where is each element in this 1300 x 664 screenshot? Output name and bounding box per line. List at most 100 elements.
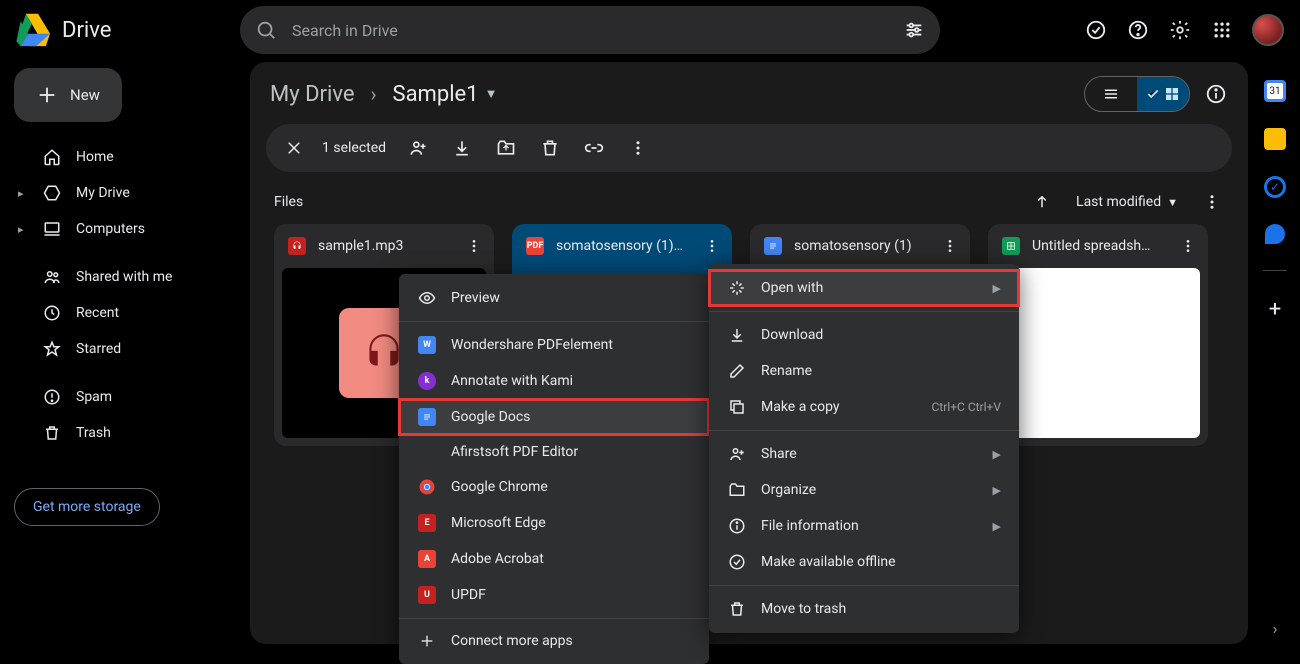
search-input[interactable] <box>292 21 888 40</box>
shortcut-label: Ctrl+C Ctrl+V <box>932 400 1002 414</box>
menu-connect-apps[interactable]: Connect more apps <box>399 624 709 658</box>
contacts-addon-icon[interactable] <box>1265 224 1285 244</box>
menu-open-with[interactable]: Open with▶ <box>709 270 1019 306</box>
app-icon: A <box>418 550 436 568</box>
separator <box>399 321 709 322</box>
sidebar-item-spam[interactable]: Spam <box>14 380 224 414</box>
open-with-icon <box>727 279 747 297</box>
audio-file-icon <box>288 237 306 255</box>
menu-preview[interactable]: Preview <box>399 280 709 316</box>
keep-addon-icon[interactable] <box>1264 128 1286 150</box>
sidebar-item-home[interactable]: Home <box>14 140 224 174</box>
sort-menu[interactable]: Last modified ▼ <box>1076 194 1178 210</box>
account-avatar[interactable] <box>1252 14 1284 46</box>
list-view-button[interactable] <box>1085 77 1137 111</box>
apps-grid-icon[interactable] <box>1210 18 1234 42</box>
help-icon[interactable] <box>1126 18 1150 42</box>
file-more-icon[interactable] <box>940 236 960 256</box>
menu-app-acrobat[interactable]: AAdobe Acrobat <box>399 541 709 577</box>
separator <box>709 430 1019 431</box>
file-more-icon[interactable] <box>702 236 722 256</box>
menu-offline[interactable]: Make available offline <box>709 544 1019 580</box>
file-name: somatosensory (1)… <box>556 238 690 254</box>
separator <box>399 618 709 619</box>
submenu-arrow-icon: ▶ <box>993 448 1001 461</box>
tasks-addon-icon[interactable] <box>1264 176 1286 198</box>
get-link-icon[interactable] <box>582 136 606 160</box>
download-icon <box>727 326 747 344</box>
menu-app-edge[interactable]: EMicrosoft Edge <box>399 505 709 541</box>
recent-icon <box>42 303 62 323</box>
sidebar-item-starred[interactable]: Starred <box>14 332 224 366</box>
file-card[interactable]: Untitled spreadsh… <box>988 224 1208 446</box>
menu-move-to-trash[interactable]: Move to trash <box>709 591 1019 627</box>
menu-share[interactable]: Share▶ <box>709 436 1019 472</box>
offline-icon <box>727 553 747 571</box>
home-icon <box>42 147 62 167</box>
delete-icon[interactable] <box>538 136 562 160</box>
file-name: sample1.mp3 <box>318 238 452 254</box>
computers-icon <box>42 219 62 239</box>
share-person-icon[interactable] <box>406 136 430 160</box>
breadcrumb-root[interactable]: My Drive <box>270 82 355 107</box>
menu-rename[interactable]: Rename <box>709 353 1019 389</box>
file-thumbnail <box>996 268 1200 438</box>
details-pane-icon[interactable] <box>1204 82 1228 106</box>
more-sort-icon[interactable] <box>1200 190 1224 214</box>
info-icon <box>727 517 747 535</box>
share-icon <box>727 445 747 463</box>
trash-icon <box>727 600 747 618</box>
caret-down-icon: ▼ <box>485 86 498 102</box>
menu-make-copy[interactable]: Make a copyCtrl+C Ctrl+V <box>709 389 1019 425</box>
search-bar[interactable] <box>240 6 940 54</box>
menu-app-wondershare[interactable]: WWondershare PDFelement <box>399 327 709 363</box>
sidebar-item-recent[interactable]: Recent <box>14 296 224 330</box>
app-icon: E <box>418 514 436 532</box>
search-options-icon[interactable] <box>902 18 926 42</box>
expand-icon[interactable]: ▸ <box>18 223 28 236</box>
copy-icon <box>727 398 747 416</box>
close-selection-icon[interactable] <box>282 136 306 160</box>
sidebar-item-computers[interactable]: ▸Computers <box>14 212 224 246</box>
settings-icon[interactable] <box>1168 18 1192 42</box>
menu-app-google-docs[interactable]: Google Docs <box>399 399 709 435</box>
separator <box>1263 270 1287 271</box>
get-more-storage-button[interactable]: Get more storage <box>14 488 160 526</box>
my-drive-icon <box>42 183 62 203</box>
breadcrumb-current[interactable]: Sample1 ▼ <box>393 82 498 107</box>
ready-offline-icon[interactable] <box>1084 18 1108 42</box>
sort-direction-icon[interactable] <box>1030 190 1054 214</box>
sidebar-item-my-drive[interactable]: ▸My Drive <box>14 176 224 210</box>
menu-app-kami[interactable]: kAnnotate with Kami <box>399 363 709 399</box>
separator <box>709 585 1019 586</box>
submenu-arrow-icon: ▶ <box>993 520 1001 533</box>
submenu-arrow-icon: ▶ <box>993 282 1001 295</box>
get-addons-icon[interactable]: + <box>1269 297 1281 322</box>
file-more-icon[interactable] <box>1178 236 1198 256</box>
folder-icon <box>727 481 747 499</box>
sidebar-item-shared[interactable]: Shared with me <box>14 260 224 294</box>
grid-view-button[interactable] <box>1137 77 1189 111</box>
more-actions-icon[interactable] <box>626 136 650 160</box>
docs-icon <box>418 408 436 426</box>
file-more-icon[interactable] <box>464 236 484 256</box>
star-icon <box>42 339 62 359</box>
menu-download[interactable]: Download <box>709 317 1019 353</box>
move-icon[interactable] <box>494 136 518 160</box>
file-name: somatosensory (1) <box>794 238 928 254</box>
calendar-addon-icon[interactable] <box>1264 80 1286 102</box>
expand-icon[interactable]: ▸ <box>18 187 28 200</box>
app-name: Drive <box>62 18 111 43</box>
menu-file-info[interactable]: File information▶ <box>709 508 1019 544</box>
menu-app-updf[interactable]: UUPDF <box>399 577 709 613</box>
new-button-label: New <box>70 86 100 104</box>
sidebar-item-trash[interactable]: Trash <box>14 416 224 450</box>
download-icon[interactable] <box>450 136 474 160</box>
new-button[interactable]: New <box>14 68 122 122</box>
submenu-arrow-icon: ▶ <box>993 484 1001 497</box>
separator <box>709 311 1019 312</box>
drive-logo-icon[interactable] <box>12 10 52 50</box>
menu-app-afirstsoft[interactable]: Afirstsoft PDF Editor <box>399 435 709 469</box>
collapse-panel-icon[interactable]: › <box>1273 619 1278 638</box>
menu-organize[interactable]: Organize▶ <box>709 472 1019 508</box>
